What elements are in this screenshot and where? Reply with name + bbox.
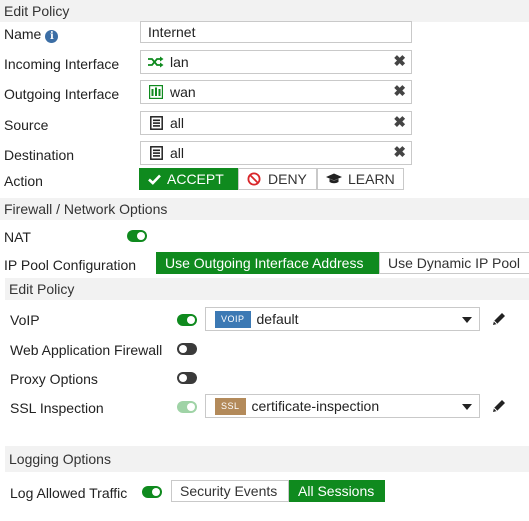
all-sessions-label: All Sessions <box>298 483 375 499</box>
name-field[interactable]: Internet <box>140 21 412 43</box>
waf-toggle[interactable] <box>177 343 197 355</box>
source-value: all <box>170 115 185 131</box>
page-title: Edit Policy <box>0 0 529 22</box>
security-section-header: Edit Policy <box>5 278 529 300</box>
name-label: Name i <box>4 25 59 43</box>
outgoing-interface-field[interactable]: wan ✖ <box>140 80 412 104</box>
use-dynamic-ip-pool-label: Use Dynamic IP Pool <box>388 255 521 271</box>
outgoing-interface-label: Outgoing Interface <box>4 86 120 102</box>
action-button-group: ACCEPT DENY LEARN <box>139 168 404 190</box>
logging-section-header: Logging Options <box>5 446 529 472</box>
voip-profile-value: default <box>256 311 299 327</box>
security-events-button[interactable]: Security Events <box>171 480 289 502</box>
voip-label: VoIP <box>10 312 40 328</box>
ssl-inspection-toggle <box>177 401 197 413</box>
security-events-label: Security Events <box>180 483 278 499</box>
ssl-profile-select[interactable]: SSL certificate-inspection <box>205 394 480 418</box>
use-outgoing-interface-address-label: Use Outgoing Interface Address <box>165 255 364 271</box>
ssl-tag: SSL <box>215 397 246 415</box>
learn-button[interactable]: LEARN <box>317 168 404 190</box>
ssl-inspection-label: SSL Inspection <box>10 400 104 416</box>
logging-section-title: Logging Options <box>9 451 111 467</box>
ban-icon <box>247 172 261 186</box>
voip-tag: VOIP <box>215 310 251 328</box>
log-allowed-traffic-label: Log Allowed Traffic <box>10 485 128 501</box>
action-label: Action <box>4 173 43 189</box>
address-list-icon <box>148 146 164 160</box>
accept-button[interactable]: ACCEPT <box>139 168 238 190</box>
network-icon <box>148 85 164 99</box>
source-label: Source <box>4 117 49 133</box>
shuffle-icon <box>148 55 164 69</box>
destination-field[interactable]: all ✖ <box>140 141 412 165</box>
outgoing-interface-value: wan <box>170 84 196 100</box>
name-label-text: Name <box>4 26 42 42</box>
destination-value: all <box>170 145 185 161</box>
ip-pool-button-group: Use Outgoing Interface Address Use Dynam… <box>156 252 529 274</box>
voip-profile-select[interactable]: VOIP default <box>205 307 480 331</box>
close-icon[interactable]: ✖ <box>393 145 406 161</box>
pencil-icon[interactable] <box>491 311 507 327</box>
accept-button-label: ACCEPT <box>167 171 224 187</box>
source-field[interactable]: all ✖ <box>140 111 412 135</box>
close-icon[interactable]: ✖ <box>393 54 406 70</box>
security-section-title: Edit Policy <box>9 281 75 297</box>
chevron-down-icon <box>462 404 472 410</box>
deny-button-label: DENY <box>268 171 307 187</box>
log-allowed-traffic-toggle[interactable] <box>142 486 162 498</box>
chevron-down-icon <box>462 317 472 323</box>
nat-toggle[interactable] <box>127 230 147 242</box>
check-icon <box>148 174 161 185</box>
use-outgoing-interface-address-button[interactable]: Use Outgoing Interface Address <box>156 252 379 274</box>
logging-button-group: Security Events All Sessions <box>171 480 385 502</box>
incoming-interface-label: Incoming Interface <box>4 56 120 72</box>
address-list-icon <box>148 116 164 130</box>
ssl-profile-value: certificate-inspection <box>251 398 380 414</box>
learn-button-label: LEARN <box>348 171 395 187</box>
firewall-section-title: Firewall / Network Options <box>4 201 168 217</box>
firewall-section-header: Firewall / Network Options <box>0 198 529 220</box>
pencil-icon[interactable] <box>491 398 507 414</box>
waf-label: Web Application Firewall <box>10 342 163 358</box>
destination-label: Destination <box>4 147 75 163</box>
graduation-cap-icon <box>326 173 342 185</box>
ip-pool-label: IP Pool Configuration <box>4 257 137 273</box>
use-dynamic-ip-pool-button[interactable]: Use Dynamic IP Pool <box>379 252 529 274</box>
name-field-value: Internet <box>148 24 196 40</box>
deny-button[interactable]: DENY <box>238 168 317 190</box>
all-sessions-button[interactable]: All Sessions <box>289 480 385 502</box>
close-icon[interactable]: ✖ <box>393 84 406 100</box>
close-icon[interactable]: ✖ <box>393 115 406 131</box>
incoming-interface-value: lan <box>170 54 189 70</box>
nat-label: NAT <box>4 229 31 245</box>
proxy-options-label: Proxy Options <box>10 371 98 387</box>
info-icon[interactable]: i <box>45 30 59 43</box>
page-title-text: Edit Policy <box>4 3 70 19</box>
proxy-options-toggle[interactable] <box>177 372 197 384</box>
incoming-interface-field[interactable]: lan ✖ <box>140 50 412 74</box>
voip-toggle[interactable] <box>177 314 197 326</box>
